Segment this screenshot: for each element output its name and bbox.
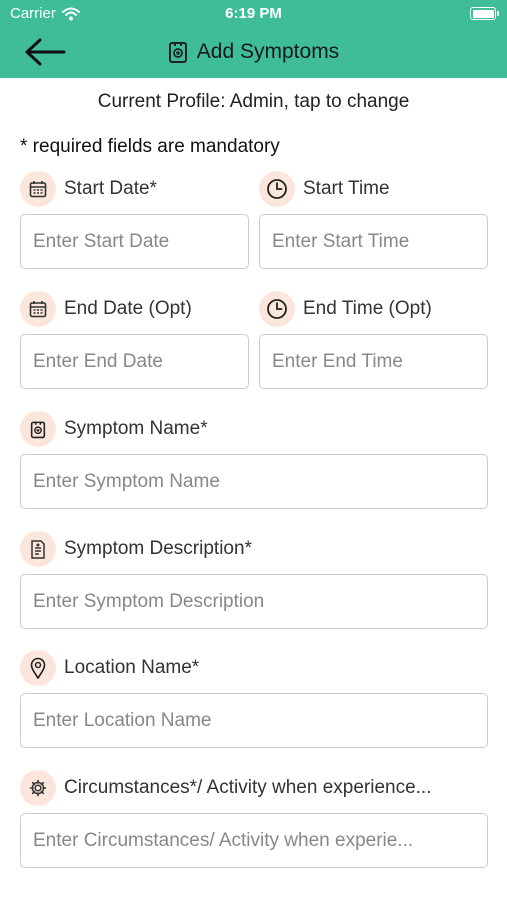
symptom-icon bbox=[168, 42, 187, 63]
start-time-label-text: Start Time bbox=[303, 178, 390, 199]
end-date-label-text: End Date (Opt) bbox=[64, 298, 192, 319]
document-icon bbox=[20, 531, 56, 567]
start-time-input[interactable]: Enter Start Time bbox=[259, 214, 488, 269]
end-time-label-text: End Time (Opt) bbox=[303, 298, 432, 319]
symptom-icon bbox=[20, 411, 56, 447]
symptom-description-label: Symptom Description* bbox=[20, 531, 252, 567]
symptom-name-input[interactable]: Enter Symptom Name bbox=[20, 454, 488, 509]
start-time-label: Start Time bbox=[259, 171, 390, 207]
end-date-placeholder: Enter End Date bbox=[33, 350, 163, 372]
symptom-name-label-text: Symptom Name* bbox=[64, 418, 208, 439]
status-time: 6:19 PM bbox=[225, 5, 282, 22]
calendar-icon bbox=[20, 291, 56, 327]
start-time-placeholder: Enter Start Time bbox=[272, 230, 410, 252]
start-date-placeholder: Enter Start Date bbox=[33, 230, 170, 252]
battery-fill bbox=[472, 9, 494, 18]
current-profile-link[interactable]: Current Profile: Admin, tap to change bbox=[0, 91, 507, 113]
symptom-description-input[interactable]: Enter Symptom Description bbox=[20, 574, 488, 629]
end-date-label: End Date (Opt) bbox=[20, 291, 192, 327]
end-time-label: End Time (Opt) bbox=[259, 291, 432, 327]
page-title-text: Add Symptoms bbox=[196, 40, 340, 63]
symptom-description-placeholder: Enter Symptom Description bbox=[33, 590, 265, 612]
circumstances-label: Circumstances*/ Activity when experience… bbox=[20, 770, 432, 806]
location-name-placeholder: Enter Location Name bbox=[33, 709, 212, 731]
gear-icon bbox=[20, 770, 56, 806]
location-name-label-text: Location Name* bbox=[64, 657, 200, 678]
circumstances-label-text: Circumstances*/ Activity when experience… bbox=[64, 777, 432, 798]
start-date-input[interactable]: Enter Start Date bbox=[20, 214, 249, 269]
end-time-input[interactable]: Enter End Time bbox=[259, 334, 488, 389]
symptom-name-label: Symptom Name* bbox=[20, 411, 208, 447]
calendar-icon bbox=[20, 171, 56, 207]
location-name-label: Location Name* bbox=[20, 650, 199, 686]
clock-icon bbox=[259, 291, 295, 327]
circumstances-placeholder: Enter Circumstances/ Activity when exper… bbox=[33, 829, 414, 851]
clock-icon bbox=[259, 171, 295, 207]
symptom-name-placeholder: Enter Symptom Name bbox=[33, 470, 220, 492]
symptom-description-label-text: Symptom Description* bbox=[64, 538, 252, 559]
required-fields-note: * required fields are mandatory bbox=[20, 136, 280, 157]
location-pin-icon bbox=[20, 650, 56, 686]
end-time-placeholder: Enter End Time bbox=[272, 350, 403, 372]
start-date-label-text: Start Date* bbox=[64, 178, 157, 199]
circumstances-input[interactable]: Enter Circumstances/ Activity when exper… bbox=[20, 813, 488, 868]
page-title: Add Symptoms bbox=[0, 40, 507, 64]
start-date-label: Start Date* bbox=[20, 171, 157, 207]
nav-bar: Add Symptoms bbox=[0, 28, 507, 78]
status-bar: Carrier 6:19 PM bbox=[0, 0, 507, 28]
end-date-input[interactable]: Enter End Date bbox=[20, 334, 249, 389]
battery-icon bbox=[470, 7, 499, 20]
location-name-input[interactable]: Enter Location Name bbox=[20, 693, 488, 748]
